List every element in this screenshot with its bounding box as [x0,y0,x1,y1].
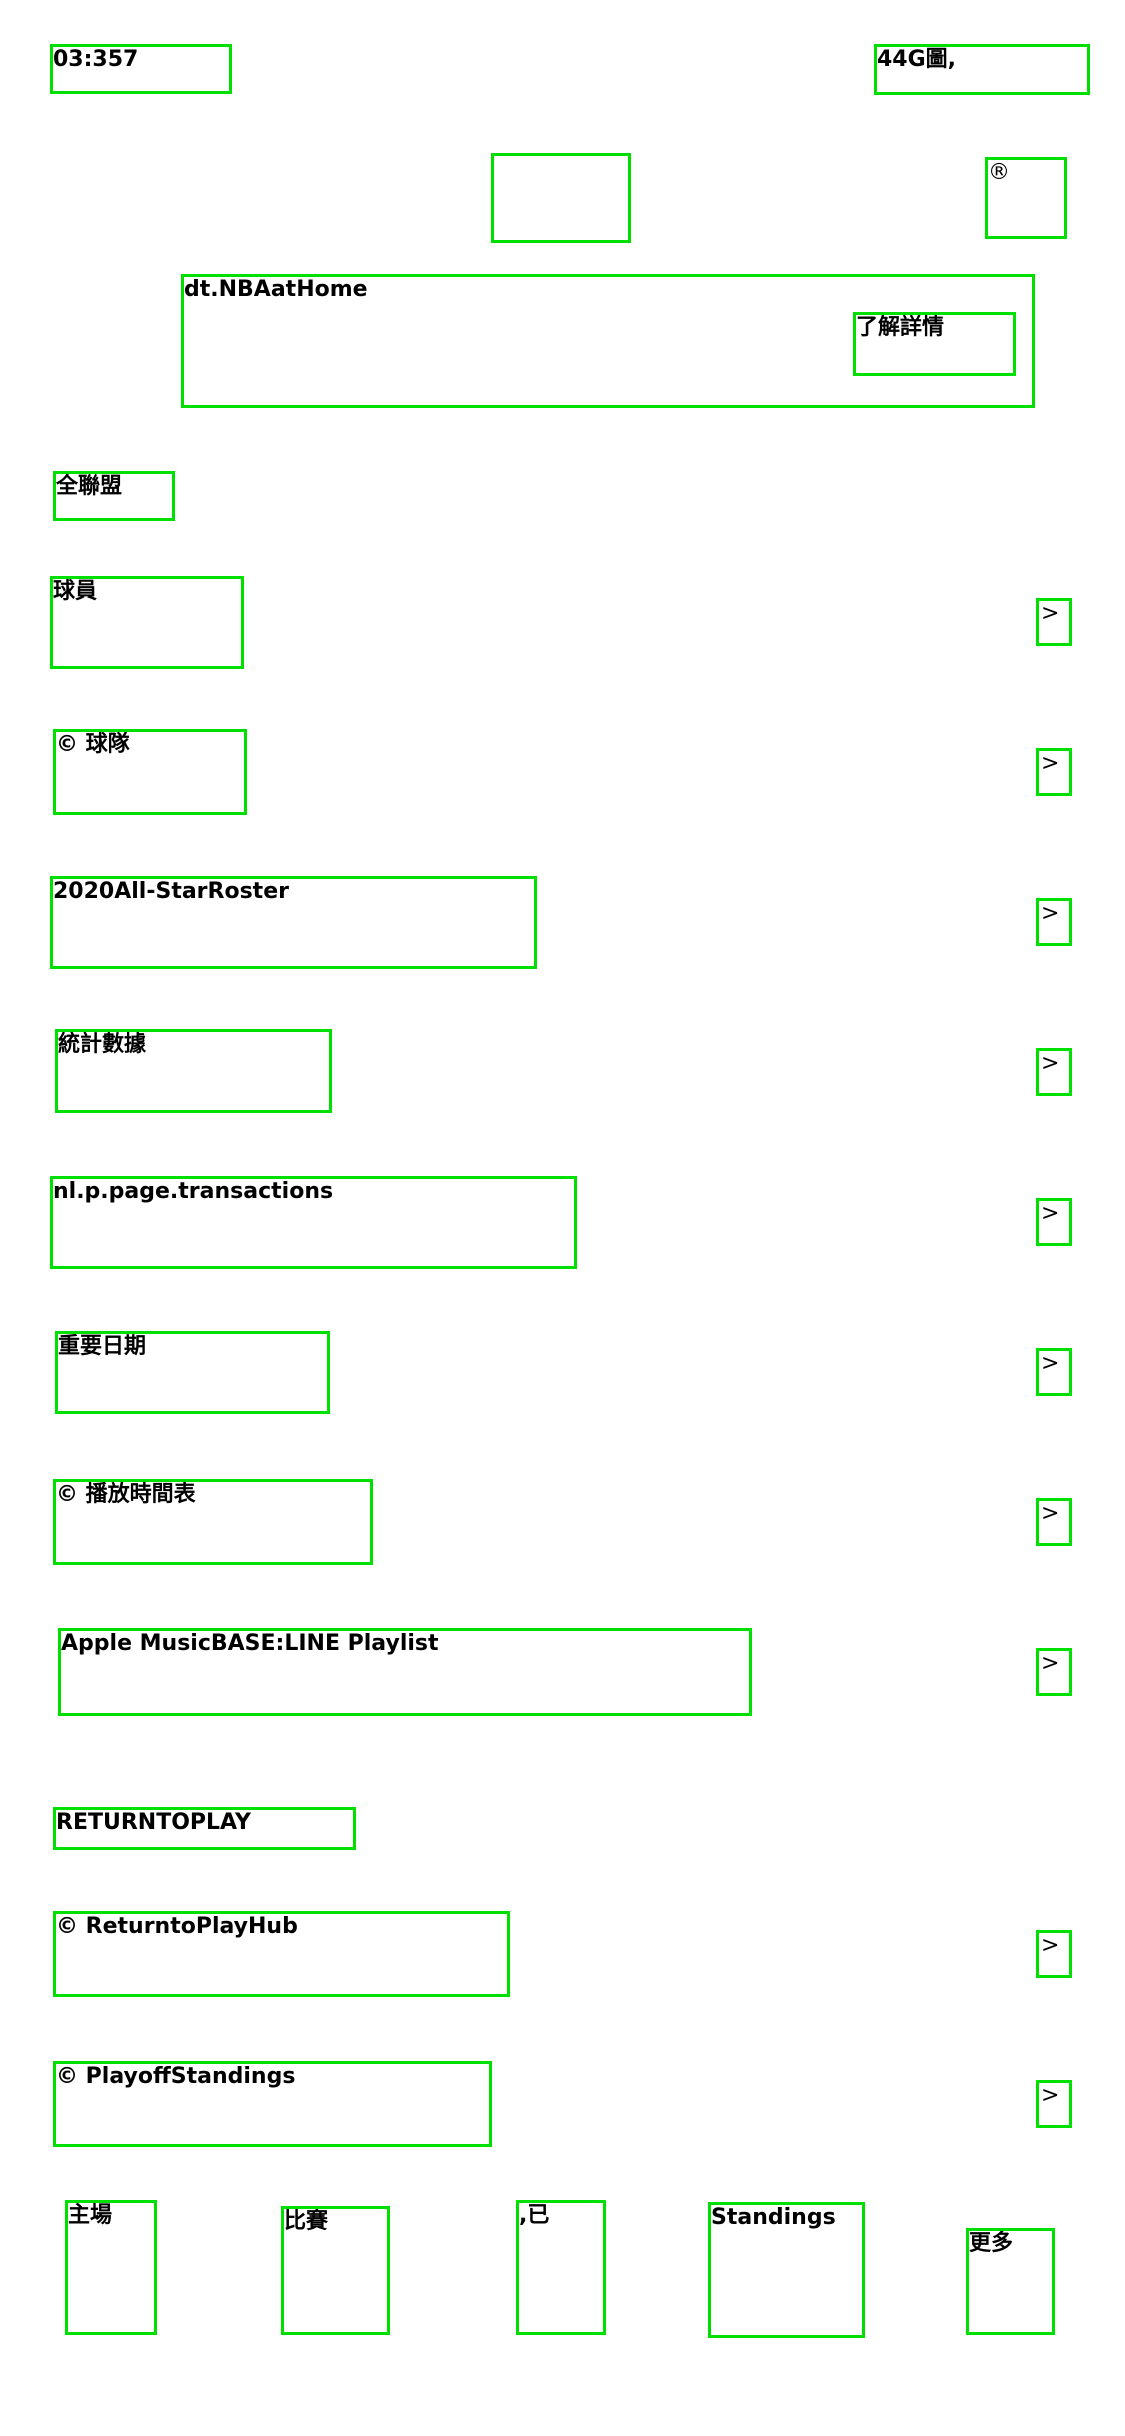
status-time: 03:357 [50,44,232,94]
chevron-right-icon: > [1036,748,1072,796]
list-item-statistics[interactable]: 統計數據 [55,1029,332,1113]
list-item-key-dates[interactable]: 重要日期 [55,1331,330,1414]
section-heading-return-to-play: RETURNTOPLAY [53,1807,356,1850]
chevron-right-icon: > [1036,1930,1072,1978]
list-item-playoff-standings[interactable]: © PlayoffStandings [53,2061,492,2147]
tab-standings[interactable]: Standings [708,2202,865,2338]
tab-home[interactable]: 主場 [65,2200,157,2335]
tab-third[interactable]: ,已 [516,2200,606,2335]
list-item-broadcast-schedule[interactable]: © 播放時間表 [53,1479,373,1565]
chevron-right-icon: > [1036,598,1072,646]
status-signal-indicators: 44G圖, [874,44,1090,95]
list-item-transactions[interactable]: nl.p.page.transactions [50,1176,577,1269]
chevron-right-icon: > [1036,1648,1072,1696]
learn-more-button[interactable]: 了解詳情 [853,312,1016,376]
tab-more[interactable]: 更多 [966,2228,1055,2335]
section-heading-league: 全聯盟 [53,471,175,521]
profile-icon[interactable]: ® [985,157,1067,239]
chevron-right-icon: > [1036,1198,1072,1246]
banner-title: dt.NBAatHome [184,277,368,302]
chevron-right-icon: > [1036,898,1072,946]
list-item-players[interactable]: 球員 [50,576,244,669]
chevron-right-icon: > [1036,1498,1072,1546]
tab-games[interactable]: 比賽 [281,2206,390,2335]
list-item-teams[interactable]: © 球隊 [53,729,247,815]
chevron-right-icon: > [1036,2080,1072,2128]
list-item-all-star-roster[interactable]: 2020All-StarRoster [50,876,537,969]
chevron-right-icon: > [1036,1048,1072,1096]
list-item-apple-music-playlist[interactable]: Apple MusicBASE:LINE Playlist [58,1628,752,1716]
chevron-right-icon: > [1036,1348,1072,1396]
list-item-return-to-play-hub[interactable]: © ReturntoPlayHub [53,1911,510,1997]
app-logo [491,153,631,243]
